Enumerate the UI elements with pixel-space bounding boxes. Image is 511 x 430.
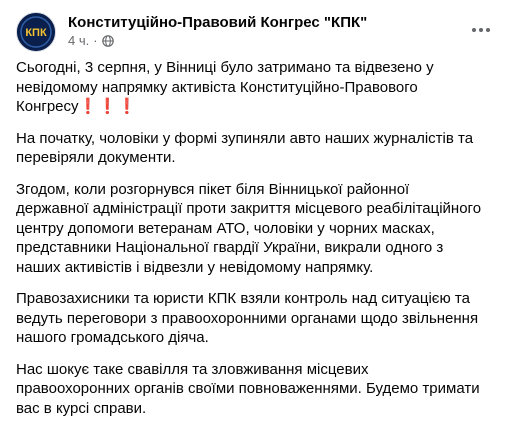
avatar-logo-text: КПК: [25, 27, 47, 39]
more-options-icon[interactable]: [463, 16, 499, 44]
menu-dot: [486, 28, 490, 32]
post-meta: Конституційно-Правовий Конгрес "КПК" 4 ч…: [68, 12, 499, 49]
post-timestamp[interactable]: 4 ч.: [68, 33, 89, 49]
post-paragraph-3: Згодом, коли розгорнувся пікет біля Вінн…: [16, 180, 482, 276]
globe-icon[interactable]: [101, 35, 114, 47]
post-paragraph-5: Нас шокує таке свавілля та зловживання м…: [16, 360, 480, 417]
menu-dot: [472, 28, 476, 32]
post-paragraph-1: Сьогодні, 3 серпня, у Вінниці було затри…: [16, 58, 500, 117]
post-text: Сьогодні, 3 серпня, у Вінниці було затри…: [16, 58, 500, 430]
exclamation-emoji: ❗❗❗: [78, 98, 138, 115]
post-paragraph-2: На початку, чоловіки у формі зупиняли ав…: [16, 129, 474, 167]
kpk-logo-icon: КПК: [17, 13, 55, 51]
menu-dot: [479, 28, 483, 32]
post-subline: 4 ч. ·: [68, 33, 499, 49]
page-avatar[interactable]: КПК: [16, 12, 56, 52]
post-paragraph-4: Правозахисники та юристи КПК взяли контр…: [16, 290, 479, 346]
page-name-link[interactable]: Конституційно-Правовий Конгрес "КПК": [68, 13, 499, 32]
post-header: КПК Конституційно-Правовий Конгрес "КПК"…: [16, 12, 499, 52]
separator-dot: ·: [93, 33, 98, 48]
facebook-post: КПК Конституційно-Правовий Конгрес "КПК"…: [0, 0, 511, 417]
